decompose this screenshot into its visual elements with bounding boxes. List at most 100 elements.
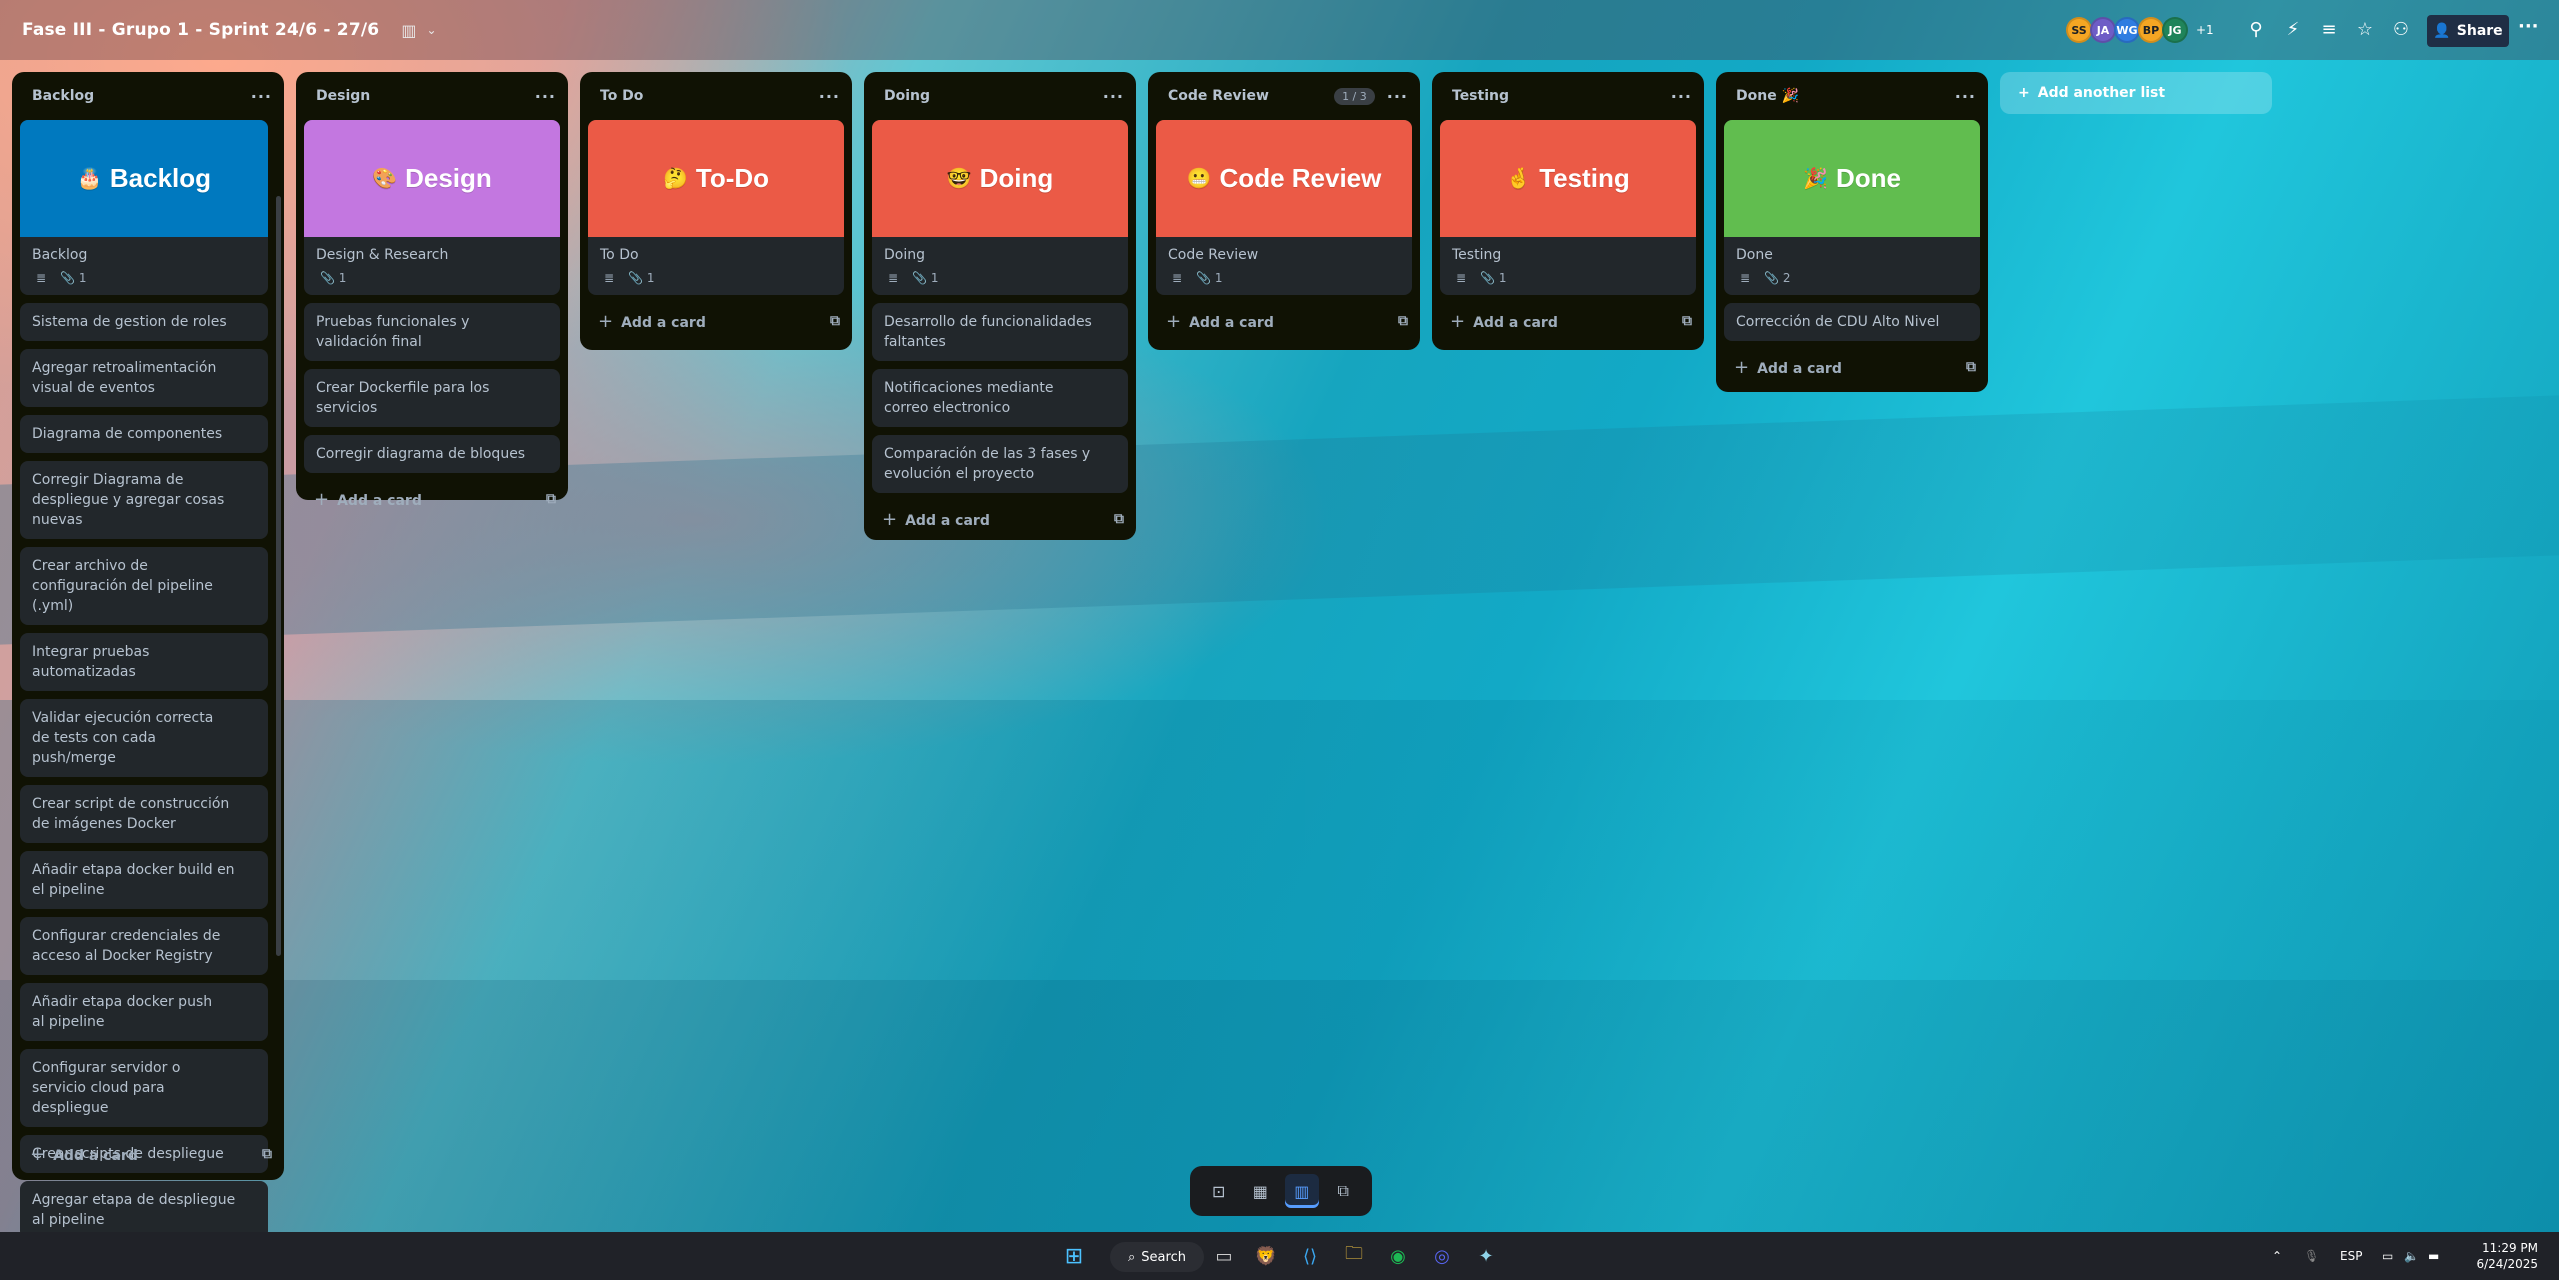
- cover-card[interactable]: 🎂 Backlog Backlog ≣ 📎 1: [20, 120, 268, 295]
- list-card[interactable]: Notificaciones mediante correo electroni…: [872, 369, 1128, 427]
- list-card[interactable]: Añadir etapa docker build en el pipeline: [20, 851, 268, 909]
- windows-start-icon[interactable]: ⊞: [1060, 1242, 1088, 1270]
- chevron-up-icon[interactable]: ⌃: [2272, 1232, 2282, 1280]
- list-card[interactable]: Configurar credenciales de acceso al Doc…: [20, 917, 268, 975]
- list-card[interactable]: Integrar pruebas automatizadas: [20, 633, 268, 691]
- list-card[interactable]: Corregir diagrama de bloques: [304, 435, 560, 473]
- vscode-icon[interactable]: ⟨⟩: [1296, 1242, 1324, 1270]
- template-icon[interactable]: ⧉: [1114, 511, 1124, 527]
- cover-card[interactable]: 😬 Code Review Code Review ≣ 📎 1: [1156, 120, 1412, 295]
- list-card[interactable]: Configurar servidor o servicio cloud par…: [20, 1049, 268, 1127]
- list-header[interactable]: Doing ···: [864, 72, 1136, 120]
- avatar[interactable]: WG: [2114, 17, 2140, 43]
- cover-card[interactable]: 🤓 Doing Doing ≣ 📎 1: [872, 120, 1128, 295]
- add-card-button[interactable]: + Add a card ⧉: [580, 299, 852, 343]
- list-card[interactable]: Corregir Diagrama de despliegue y agrega…: [20, 461, 268, 539]
- taskbar-search[interactable]: ⌕ Search: [1110, 1242, 1204, 1272]
- list-title[interactable]: Backlog: [32, 88, 94, 104]
- list-card[interactable]: Crear Dockerfile para los servicios: [304, 369, 560, 427]
- list-card[interactable]: Diagrama de componentes: [20, 415, 268, 453]
- template-icon[interactable]: ⧉: [546, 491, 556, 507]
- list-title[interactable]: Design: [316, 88, 370, 104]
- cover-card[interactable]: 🤔 To-Do To Do ≣ 📎 1: [588, 120, 844, 295]
- add-card-button[interactable]: + Add a card ⧉: [1148, 299, 1420, 343]
- cover-card[interactable]: 🤞 Testing Testing ≣ 📎 1: [1440, 120, 1696, 295]
- board-view-icon[interactable]: ▥: [1284, 1174, 1319, 1208]
- avatar[interactable]: JG: [2162, 17, 2188, 43]
- template-icon[interactable]: ⧉: [830, 313, 840, 329]
- spotify-icon[interactable]: ◉: [1384, 1242, 1412, 1270]
- list-title[interactable]: To Do: [600, 88, 643, 104]
- list-menu-icon[interactable]: ···: [1103, 87, 1124, 106]
- system-clock[interactable]: 11:29 PM 6/24/2025: [2448, 1240, 2538, 1272]
- list-card[interactable]: Desarrollo de funcionalidades faltantes: [872, 303, 1128, 361]
- list-header[interactable]: To Do ···: [580, 72, 852, 120]
- template-icon[interactable]: ⧉: [1398, 313, 1408, 329]
- list-header[interactable]: Design ···: [296, 72, 568, 120]
- file-explorer-icon[interactable]: 🗀: [1340, 1242, 1368, 1270]
- list-menu-icon[interactable]: ···: [251, 87, 272, 106]
- list-scrollbar[interactable]: [276, 196, 281, 956]
- volume-icon[interactable]: 🔈: [2404, 1232, 2419, 1280]
- share-button[interactable]: 👤 Share: [2427, 15, 2509, 47]
- discord-icon[interactable]: ◎: [1428, 1242, 1456, 1270]
- board-members[interactable]: SS JA WG BP JG +1: [2066, 17, 2214, 43]
- filter-icon[interactable]: ≡: [2316, 18, 2342, 42]
- template-icon[interactable]: ⧉: [1966, 359, 1976, 375]
- add-card-button[interactable]: + Add a card ⧉: [12, 1132, 284, 1176]
- visibility-icon[interactable]: ⚇: [2388, 18, 2414, 42]
- list-title[interactable]: Doing: [884, 88, 930, 104]
- inbox-icon[interactable]: ⊡: [1202, 1174, 1236, 1208]
- microphone-icon[interactable]: 🎙: [2304, 1232, 2319, 1280]
- list-title[interactable]: Done 🎉: [1736, 88, 1799, 104]
- add-card-button[interactable]: + Add a card ⧉: [864, 497, 1136, 541]
- add-card-button[interactable]: + Add a card ⧉: [1432, 299, 1704, 343]
- network-icon[interactable]: ▭: [2382, 1232, 2393, 1280]
- lightning-icon[interactable]: ⚡: [2280, 18, 2306, 42]
- cover-card[interactable]: 🎨 Design Design & Research 📎 1: [304, 120, 560, 295]
- list-title[interactable]: Testing: [1452, 88, 1509, 104]
- list-card[interactable]: Crear script de construcción de imágenes…: [20, 785, 268, 843]
- list-card[interactable]: Sistema de gestion de roles: [20, 303, 268, 341]
- calendar-icon[interactable]: ▦: [1243, 1174, 1277, 1208]
- star-icon[interactable]: ☆: [2352, 18, 2378, 42]
- list-menu-icon[interactable]: ···: [1671, 87, 1692, 106]
- list-menu-icon[interactable]: ···: [1387, 87, 1408, 106]
- board-view-icon[interactable]: ▥: [401, 21, 416, 40]
- list-card[interactable]: Añadir etapa docker push al pipeline: [20, 983, 268, 1041]
- add-card-button[interactable]: + Add a card ⧉: [1716, 345, 1988, 389]
- board-title[interactable]: Fase III - Grupo 1 - Sprint 24/6 - 27/6: [22, 20, 379, 40]
- list-card[interactable]: Agregar etapa de despliegue al pipeline: [20, 1181, 268, 1239]
- task-view-icon[interactable]: ▭: [1210, 1242, 1238, 1270]
- battery-icon[interactable]: ▬: [2428, 1232, 2439, 1280]
- more-members-count[interactable]: +1: [2196, 17, 2214, 43]
- brave-browser-icon[interactable]: 🦁: [1252, 1242, 1280, 1270]
- app-icon[interactable]: ✦: [1472, 1242, 1500, 1270]
- list-header[interactable]: Backlog ···: [12, 72, 284, 120]
- list-menu-icon[interactable]: ···: [819, 87, 840, 106]
- input-language[interactable]: ESP: [2340, 1232, 2362, 1280]
- avatar[interactable]: JA: [2090, 17, 2116, 43]
- list-menu-icon[interactable]: ···: [535, 87, 556, 106]
- list-header[interactable]: Testing ···: [1432, 72, 1704, 120]
- list-title[interactable]: Code Review: [1168, 88, 1269, 104]
- list-card[interactable]: Pruebas funcionales y validación final: [304, 303, 560, 361]
- list-menu-icon[interactable]: ···: [1955, 87, 1976, 106]
- cover-card[interactable]: 🎉 Done Done ≣ 📎 2: [1724, 120, 1980, 295]
- template-icon[interactable]: ⧉: [1682, 313, 1692, 329]
- list-card[interactable]: Comparación de las 3 fases y evolución e…: [872, 435, 1128, 493]
- list-header[interactable]: Code Review 1 / 3 ···: [1148, 72, 1420, 120]
- template-icon[interactable]: ⧉: [262, 1146, 272, 1162]
- avatar[interactable]: BP: [2138, 17, 2164, 43]
- list-header[interactable]: Done 🎉 ···: [1716, 72, 1988, 120]
- board-menu-icon[interactable]: ···: [2518, 16, 2539, 37]
- list-card[interactable]: Crear archivo de configuración del pipel…: [20, 547, 268, 625]
- list-card[interactable]: Agregar retroalimentación visual de even…: [20, 349, 268, 407]
- add-card-button[interactable]: + Add a card ⧉: [296, 477, 568, 521]
- add-list-button[interactable]: + Add another list: [2000, 72, 2272, 114]
- switch-boards-icon[interactable]: ⧉: [1326, 1174, 1360, 1208]
- rocket-icon[interactable]: ⚲: [2243, 18, 2269, 42]
- avatar[interactable]: SS: [2066, 17, 2092, 43]
- list-card[interactable]: Corrección de CDU Alto Nivel: [1724, 303, 1980, 341]
- list-card[interactable]: Validar ejecución correcta de tests con …: [20, 699, 268, 777]
